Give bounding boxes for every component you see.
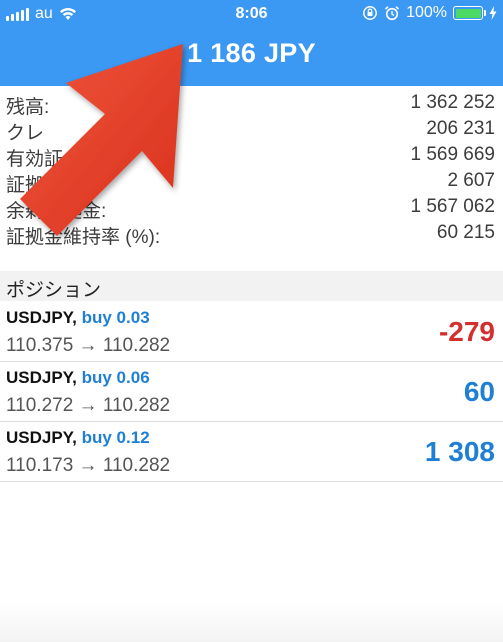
summary-label: 証拠金: bbox=[6, 175, 69, 196]
header-balance[interactable]: 1 186 JPY bbox=[0, 38, 503, 69]
summary-row-free-margin: 余剰証拠金: 1 567 062 bbox=[0, 194, 503, 222]
position-row[interactable]: USDJPY, buy 0.06 110.272 → 110.282 60 bbox=[0, 362, 503, 422]
position-title: USDJPY, buy 0.03 bbox=[6, 308, 150, 328]
charging-icon bbox=[489, 6, 497, 20]
position-prices: 110.272 → 110.282 bbox=[6, 395, 171, 416]
summary-label: 残高: bbox=[6, 97, 50, 118]
position-symbol: USDJPY, bbox=[6, 368, 77, 387]
position-symbol: USDJPY, bbox=[6, 428, 77, 447]
position-profit: 1 308 bbox=[424, 436, 495, 467]
position-profit: -279 bbox=[438, 316, 495, 347]
alarm-icon bbox=[385, 6, 400, 21]
position-side: buy 0.12 bbox=[81, 428, 150, 447]
summary-label: 有効証 bbox=[6, 149, 64, 170]
position-row[interactable]: USDJPY, buy 0.03 110.375 → 110.282 -279 bbox=[0, 302, 503, 362]
position-row[interactable]: USDJPY, buy 0.12 110.173 → 110.282 1 308 bbox=[0, 422, 503, 482]
position-prices: 110.375 → 110.282 bbox=[6, 335, 171, 356]
positions-list: USDJPY, buy 0.03 110.375 → 110.282 -279 … bbox=[0, 302, 503, 482]
summary-row-margin: 証拠金: 2 607 bbox=[0, 168, 503, 196]
positions-section-header: ポジション bbox=[0, 271, 503, 301]
summary-value: 2 607 bbox=[447, 170, 495, 191]
position-title: USDJPY, buy 0.12 bbox=[6, 428, 150, 448]
battery-percent: 100% bbox=[406, 4, 447, 21]
summary-label: 余剰証拠金: bbox=[6, 201, 107, 222]
position-side: buy 0.03 bbox=[81, 308, 150, 327]
status-right: 100% bbox=[362, 4, 497, 22]
summary-label: 証拠金維持率 (%): bbox=[6, 227, 161, 248]
summary-value: 1 567 062 bbox=[410, 196, 495, 217]
summary-row-equity: 有効証 1 569 669 bbox=[0, 142, 503, 170]
position-prices: 110.173 → 110.282 bbox=[6, 455, 171, 476]
app-header: au 8:06 100% 1 186 JPY bbox=[0, 0, 503, 86]
battery-icon bbox=[453, 6, 486, 20]
position-symbol: USDJPY, bbox=[6, 308, 77, 327]
position-side: buy 0.06 bbox=[81, 368, 150, 387]
summary-row-margin-level: 証拠金維持率 (%): 60 215 bbox=[0, 220, 503, 248]
status-bar: au 8:06 100% bbox=[0, 0, 503, 28]
position-profit: 60 bbox=[463, 376, 495, 407]
summary-row-credit: クレ 206 231 bbox=[0, 116, 503, 144]
summary-value: 1 362 252 bbox=[410, 92, 495, 113]
summary-row-balance: 残高: 1 362 252 bbox=[0, 90, 503, 118]
summary-value: 206 231 bbox=[426, 118, 495, 139]
summary-value: 60 215 bbox=[436, 222, 495, 243]
summary-label: クレ bbox=[6, 123, 45, 144]
summary-value: 1 569 669 bbox=[410, 144, 495, 165]
position-title: USDJPY, buy 0.06 bbox=[6, 368, 150, 388]
account-summary: 残高: 1 362 252 クレ 206 231 有効証 1 569 669 証… bbox=[0, 90, 503, 248]
orientation-lock-icon bbox=[363, 6, 378, 20]
empty-area bbox=[0, 600, 503, 642]
